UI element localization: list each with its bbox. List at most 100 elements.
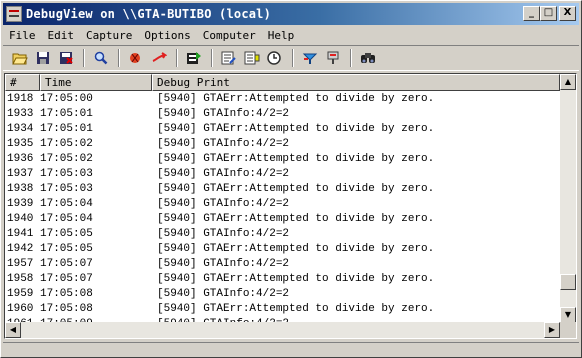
table-row[interactable]: 1958 17:05:07 [5940] GTAErr:Attempted to d… [5,272,560,287]
row-message: [5940] GTAErr:Attempted to divide by zer… [157,123,435,135]
row-number: 1959 [7,288,34,300]
row-time: 17:05:05 [40,228,93,240]
table-row[interactable]: 1941 17:05:05 [5940] GTAInfo:4/2=2 [5,227,560,242]
row-number: 1934 [7,123,34,135]
scroll-thumb[interactable] [560,274,576,290]
row-number: 1940 [7,213,34,225]
table-row[interactable]: 1934 17:05:01 [5940] GTAErr:Attempted to d… [5,122,560,137]
row-message: [5940] GTAErr:Attempted to divide by zer… [157,153,435,165]
row-time: 17:05:05 [40,243,93,255]
row-message: [5940] GTAInfo:4/2=2 [157,288,290,300]
save-icon[interactable] [32,48,54,68]
row-message: [5940] GTAInfo:4/2=2 [157,138,290,150]
row-time: 17:05:04 [40,213,93,225]
toolbar-separator [292,49,294,67]
row-number: 1933 [7,108,34,120]
connect-icon[interactable] [299,48,321,68]
toolbar-separator [83,49,85,67]
table-row[interactable]: 1957 17:05:07 [5940] GTAInfo:4/2=2 [5,257,560,272]
row-time: 17:05:01 [40,123,93,135]
toolbar-separator [350,49,352,67]
minimize-button[interactable]: _ [523,6,540,21]
row-time: 17:05:02 [40,153,93,165]
table-row[interactable]: 1933 17:05:01 [5940] GTAInfo:4/2=2 [5,107,560,122]
find-icon[interactable] [90,48,112,68]
autoscroll-icon[interactable] [148,48,170,68]
row-time: 17:05:08 [40,303,93,315]
history-icon[interactable] [264,48,286,68]
table-row[interactable]: 1942 17:05:05 [5940] GTAErr:Attempted to d… [5,242,560,257]
menu-computer[interactable]: Computer [197,29,262,42]
table-row[interactable]: 1936 17:05:02 [5940] GTAErr:Attempted to d… [5,152,560,167]
table-row[interactable]: 1937 17:05:03 [5940] GTAInfo:4/2=2 [5,167,560,182]
row-time: 17:05:02 [40,138,93,150]
table-row[interactable]: 1935 17:05:02 [5940] GTAInfo:4/2=2 [5,137,560,152]
window-title: DebugView on \\GTA-BUTIBO (local) [26,7,272,21]
column-number[interactable]: # [5,74,40,91]
table-row[interactable]: 1960 17:05:08 [5940] GTAErr:Attempted to d… [5,302,560,317]
column-debug-print[interactable]: Debug Print [152,74,560,91]
open-icon[interactable] [9,48,31,68]
row-message: [5940] GTAErr:Attempted to divide by zer… [157,213,435,225]
row-number: 1960 [7,303,34,315]
column-time[interactable]: Time [40,74,152,91]
row-number: 1957 [7,258,34,270]
row-number: 1958 [7,273,34,285]
binoculars-icon[interactable] [357,48,379,68]
row-number: 1941 [7,228,34,240]
toolbar-separator [211,49,213,67]
table-row[interactable]: 1918 17:05:00 [5940] GTAErr:Attempted to d… [5,92,560,107]
status-bar [3,342,579,356]
scroll-up-icon[interactable]: ▲ [560,74,576,90]
toolbar-separator [176,49,178,67]
menu-edit[interactable]: Edit [42,29,81,42]
row-time: 17:05:03 [40,168,93,180]
row-number: 1942 [7,243,34,255]
table-row[interactable]: 1938 17:05:03 [5940] GTAErr:Attempted to d… [5,182,560,197]
row-time: 17:05:00 [40,93,93,105]
debug-output-list[interactable]: # Time Debug Print 1918 17:05:00 [5940] GT… [4,73,577,339]
highlight-icon[interactable] [241,48,263,68]
row-message: [5940] GTAInfo:4/2=2 [157,168,290,180]
menu-file[interactable]: File [3,29,42,42]
close-button[interactable]: X [559,6,576,21]
clear-icon[interactable] [55,48,77,68]
row-time: 17:05:04 [40,198,93,210]
row-time: 17:05:07 [40,258,93,270]
scroll-down-icon[interactable]: ▼ [560,307,576,323]
title-bar[interactable]: DebugView on \\GTA-BUTIBO (local) _ □ X [3,3,579,25]
vertical-scrollbar[interactable]: ▲ ▼ [560,74,576,323]
horizontal-scrollbar[interactable]: ◀ ▶ [5,322,560,338]
row-number: 1918 [7,93,34,105]
row-time: 17:05:08 [40,288,93,300]
menu-options[interactable]: Options [138,29,196,42]
log-rows: 1918 17:05:00 [5940] GTAErr:Attempted to d… [5,92,560,338]
row-number: 1938 [7,183,34,195]
row-number: 1939 [7,198,34,210]
menu-help[interactable]: Help [262,29,301,42]
table-row[interactable]: 1940 17:05:04 [5940] GTAErr:Attempted to d… [5,212,560,227]
app-icon[interactable] [6,6,22,22]
row-message: [5940] GTAErr:Attempted to divide by zer… [157,273,435,285]
window-controls: _ □ X [523,6,576,21]
scroll-right-icon[interactable]: ▶ [544,322,560,338]
row-message: [5940] GTAErr:Attempted to divide by zer… [157,183,435,195]
row-message: [5940] GTAErr:Attempted to divide by zer… [157,243,435,255]
log-icon[interactable] [183,48,205,68]
capture-icon[interactable] [125,48,147,68]
row-message: [5940] GTAErr:Attempted to divide by zer… [157,303,435,315]
filter-icon[interactable] [218,48,240,68]
row-number: 1935 [7,138,34,150]
table-row[interactable]: 1939 17:05:04 [5940] GTAInfo:4/2=2 [5,197,560,212]
table-row[interactable]: 1959 17:05:08 [5940] GTAInfo:4/2=2 [5,287,560,302]
toolbar-separator [118,49,120,67]
scrollbar-corner [560,322,576,338]
scroll-left-icon[interactable]: ◀ [5,322,21,338]
toolbar [3,45,579,71]
row-message: [5940] GTAInfo:4/2=2 [157,258,290,270]
menu-capture[interactable]: Capture [80,29,138,42]
disconnect-icon[interactable] [322,48,344,68]
row-number: 1936 [7,153,34,165]
menu-bar: File Edit Capture Options Computer Help [3,26,579,44]
maximize-button[interactable]: □ [540,6,557,21]
